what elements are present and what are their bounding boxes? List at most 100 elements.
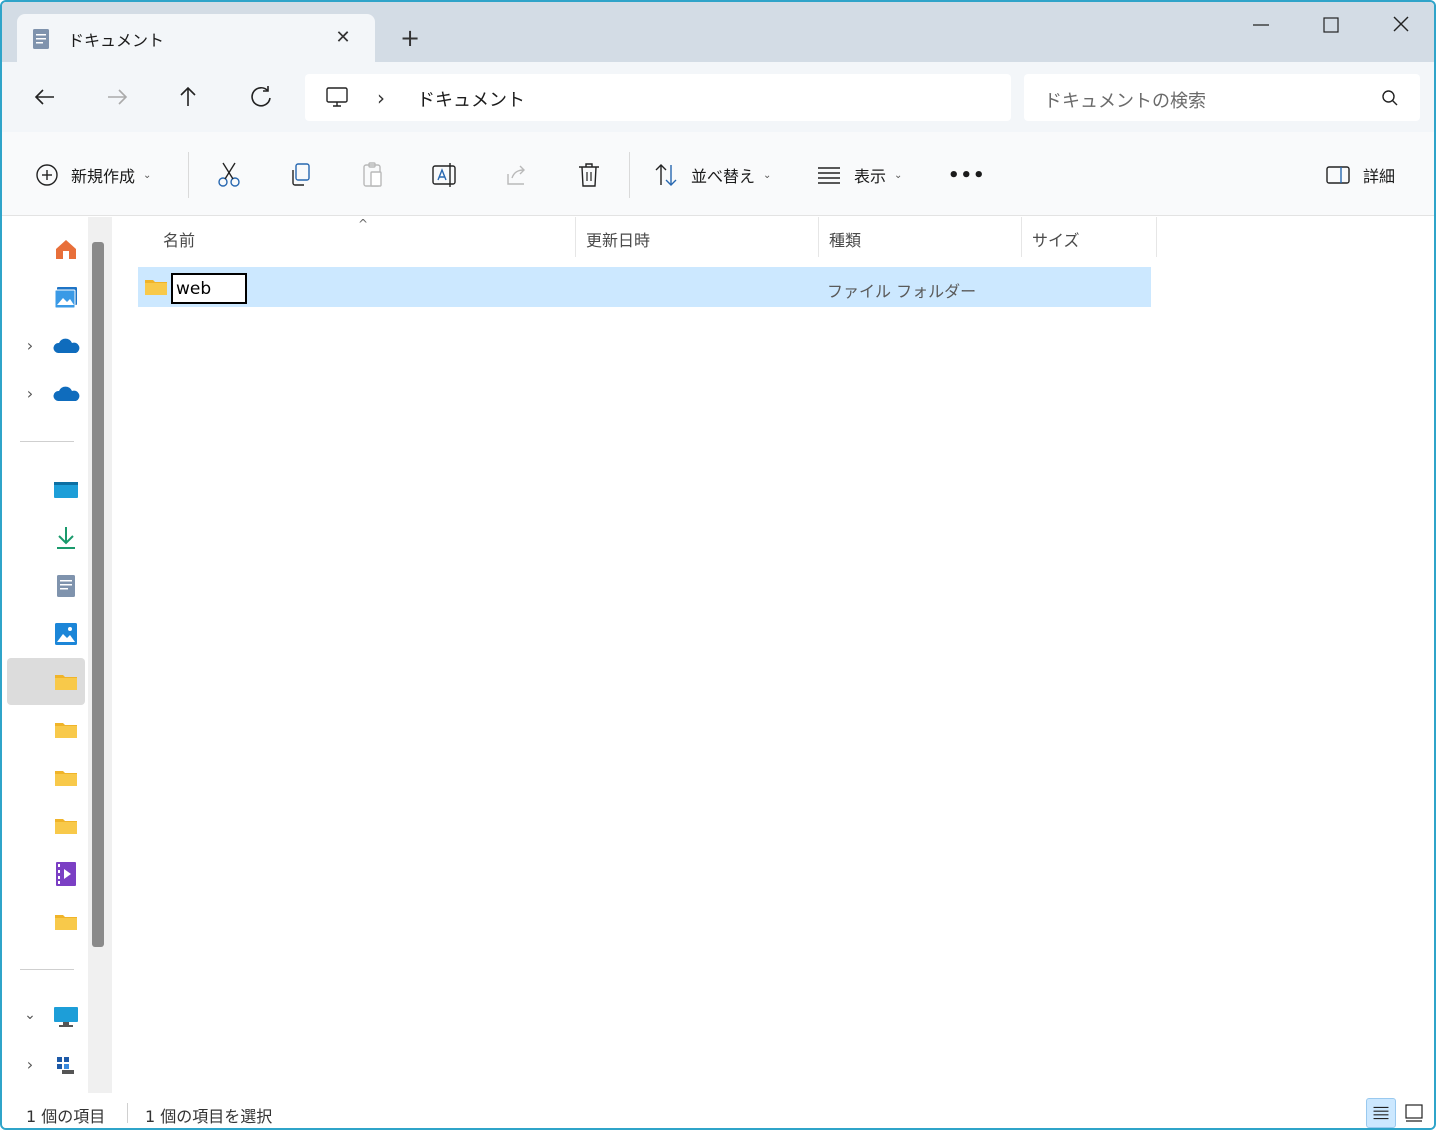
tab-documents[interactable]: ドキュメント ✕ xyxy=(17,14,375,63)
sidebar-item-documents[interactable] xyxy=(46,566,86,606)
copy-icon[interactable] xyxy=(288,160,314,190)
navigation-bar: › ドキュメント ドキュメントの検索 xyxy=(2,62,1434,132)
breadcrumb-current[interactable]: ドキュメント xyxy=(417,86,525,112)
minimize-button[interactable] xyxy=(1238,10,1284,40)
more-options-button[interactable]: ••• xyxy=(948,160,986,190)
sidebar-item-home[interactable] xyxy=(46,229,86,269)
sort-icon xyxy=(655,164,677,186)
pictures-icon xyxy=(55,623,77,645)
details-pane-label: 詳細 xyxy=(1363,167,1396,186)
folder-icon xyxy=(55,723,77,738)
folder-icon xyxy=(55,675,77,690)
onedrive-icon xyxy=(53,338,80,353)
view-button-label: 表示 xyxy=(854,167,887,186)
address-bar[interactable]: › ドキュメント xyxy=(305,74,1011,121)
this-pc-icon xyxy=(326,87,348,107)
paste-icon[interactable] xyxy=(360,160,386,190)
details-view-icon[interactable] xyxy=(1366,1098,1396,1128)
search-box[interactable]: ドキュメントの検索 xyxy=(1024,74,1420,121)
folder-icon xyxy=(55,915,77,930)
documents-icon xyxy=(33,29,49,49)
breadcrumb-chevron-icon[interactable]: › xyxy=(377,86,385,110)
maximize-button[interactable] xyxy=(1307,10,1353,40)
sidebar-item-network-drive[interactable] xyxy=(46,1045,86,1085)
column-divider[interactable] xyxy=(1021,217,1022,257)
sidebar-item-folder[interactable] xyxy=(46,710,86,750)
sidebar-scrollbar-thumb[interactable] xyxy=(92,242,104,947)
chevron-down-icon: ⌄ xyxy=(894,169,903,181)
sidebar-item-folder[interactable] xyxy=(46,902,86,942)
title-bar: ドキュメント ✕ + xyxy=(2,2,1434,63)
column-header-modified[interactable]: 更新日時 xyxy=(586,227,650,251)
file-type: ファイル フォルダー xyxy=(827,282,977,301)
up-arrow-icon[interactable] xyxy=(171,80,205,114)
close-window-button[interactable] xyxy=(1378,10,1424,40)
collapse-chevron-icon[interactable]: ⌄ xyxy=(20,1007,40,1027)
new-button-label: 新規作成 xyxy=(71,167,136,186)
cut-icon[interactable] xyxy=(216,160,242,190)
refresh-icon[interactable] xyxy=(244,80,278,114)
expand-chevron-icon[interactable]: › xyxy=(20,1055,40,1075)
chevron-down-icon: ⌄ xyxy=(763,169,772,181)
expand-chevron-icon[interactable]: › xyxy=(20,384,40,404)
sort-button[interactable]: 並べ替え ⌄ xyxy=(653,160,771,190)
sidebar-item-desktop[interactable] xyxy=(46,470,86,510)
sidebar-item-gallery[interactable] xyxy=(46,277,86,317)
back-arrow-icon[interactable] xyxy=(28,80,62,114)
videos-icon xyxy=(56,862,76,886)
column-divider[interactable] xyxy=(818,217,819,257)
new-button[interactable]: 新規作成 ⌄ xyxy=(35,160,151,190)
chevron-down-icon: ⌄ xyxy=(143,169,152,181)
view-list-icon xyxy=(818,167,840,184)
home-icon xyxy=(56,240,76,259)
command-bar: 新規作成 ⌄ 並べ替え ⌄ 表示 ⌄ ••• 詳細 xyxy=(2,132,1434,216)
desktop-icon xyxy=(54,482,78,498)
folder-icon xyxy=(145,280,167,295)
sidebar-item-pictures[interactable] xyxy=(46,614,86,654)
sidebar-item-folder-selected[interactable] xyxy=(46,662,86,702)
search-input[interactable]: ドキュメントの検索 xyxy=(1044,87,1206,113)
selected-count: 1 個の項目を選択 xyxy=(145,1107,273,1126)
folder-icon xyxy=(55,771,77,786)
rename-input[interactable]: web xyxy=(171,273,247,304)
downloads-icon xyxy=(57,527,75,549)
sidebar-item-downloads[interactable] xyxy=(46,518,86,558)
column-header-type[interactable]: 種類 xyxy=(829,227,861,251)
large-icons-view-icon[interactable] xyxy=(1399,1098,1429,1128)
sidebar-item-this-pc[interactable] xyxy=(46,997,86,1037)
rename-icon[interactable] xyxy=(431,160,459,190)
view-button[interactable]: 表示 ⌄ xyxy=(816,160,902,190)
new-tab-button[interactable]: + xyxy=(396,24,424,52)
sidebar-item-folder[interactable] xyxy=(46,806,86,846)
details-pane-button[interactable]: 詳細 xyxy=(1325,160,1395,190)
share-icon[interactable] xyxy=(504,160,530,190)
status-divider xyxy=(127,1103,128,1123)
file-explorer-window: ドキュメント ✕ + › ドキュメント ドキュメントの検索 新規作成 ⌄ 並べ替… xyxy=(0,0,1436,1130)
column-divider[interactable] xyxy=(575,217,576,257)
column-divider[interactable] xyxy=(1156,217,1157,257)
folder-icon xyxy=(55,819,77,834)
sidebar-divider xyxy=(20,969,74,970)
file-list: ^ 名前 更新日時 種類 サイズ web ファイル フォルダー xyxy=(114,217,1434,1093)
table-row[interactable]: web ファイル フォルダー xyxy=(138,267,1151,307)
gallery-icon xyxy=(54,287,77,309)
navigation-pane: › › ⌄ › xyxy=(2,217,114,1093)
details-pane-icon xyxy=(1326,166,1350,184)
delete-icon[interactable] xyxy=(576,160,602,190)
documents-icon xyxy=(57,575,75,597)
toolbar-divider xyxy=(629,152,630,198)
column-header-name[interactable]: 名前 xyxy=(163,227,195,251)
column-header-size[interactable]: サイズ xyxy=(1032,227,1080,251)
expand-chevron-icon[interactable]: › xyxy=(20,336,40,356)
sidebar-item-onedrive-1[interactable] xyxy=(46,326,86,366)
add-circle-icon xyxy=(36,164,58,186)
sidebar-item-videos[interactable] xyxy=(46,854,86,894)
forward-arrow-icon[interactable] xyxy=(100,80,134,114)
tab-close-button[interactable]: ✕ xyxy=(330,25,356,51)
sidebar-item-folder[interactable] xyxy=(46,758,86,798)
this-pc-icon xyxy=(54,1007,78,1027)
search-icon[interactable] xyxy=(1380,88,1400,108)
sidebar-item-onedrive-2[interactable] xyxy=(46,374,86,414)
sort-ascending-icon: ^ xyxy=(358,217,369,231)
sidebar-divider xyxy=(20,441,74,442)
